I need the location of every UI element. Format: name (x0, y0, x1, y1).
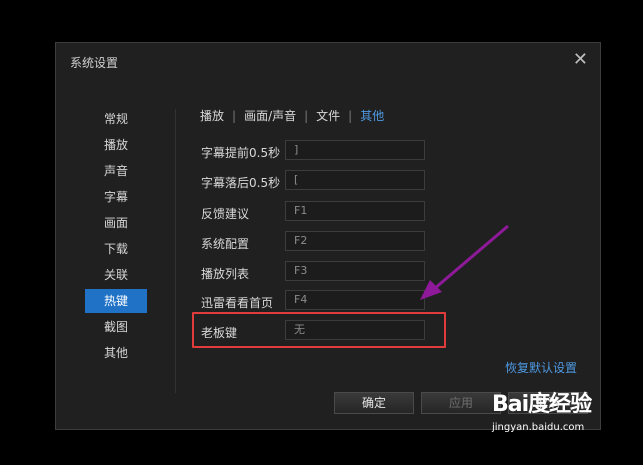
watermark-logo: Bai度经验 (492, 392, 592, 417)
watermark: Bai度经验 jingyan.baidu.com (492, 386, 608, 456)
watermark-url: jingyan.baidu.com (492, 422, 585, 433)
